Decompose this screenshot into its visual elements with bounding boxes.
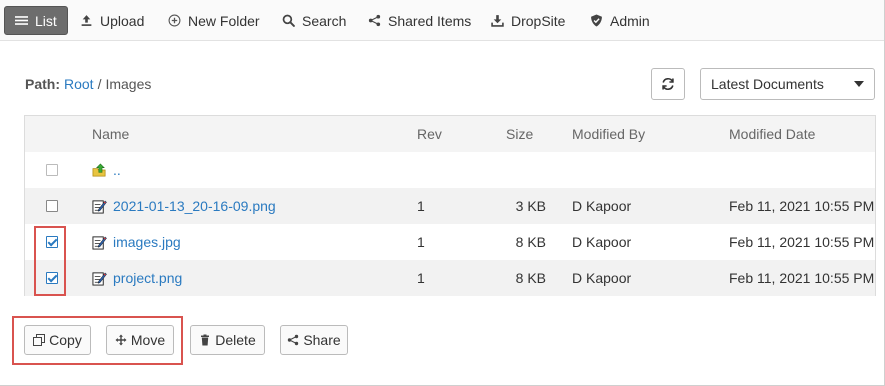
copy-button[interactable]: Copy: [24, 325, 91, 355]
file-name-cell: project.png: [92, 260, 182, 296]
row-checkbox[interactable]: [46, 164, 58, 176]
rev-cell: 1: [417, 234, 425, 250]
table-row[interactable]: 2021-01-13_20-16-09.png 1 3 KB D Kapoor …: [25, 188, 875, 224]
share-icon: [288, 334, 299, 346]
parent-folder-row[interactable]: ..: [25, 152, 875, 188]
upload-icon: [81, 15, 92, 26]
modified-date-cell: Feb 11, 2021 10:55 PM: [729, 270, 875, 286]
breadcrumb-root-link[interactable]: Root: [64, 76, 94, 92]
rev-cell: 1: [417, 198, 425, 214]
rev-cell: 1: [417, 270, 425, 286]
share-label: Share: [303, 332, 341, 348]
file-name-link[interactable]: 2021-01-13_20-16-09.png: [113, 198, 276, 214]
header-name[interactable]: Name: [92, 116, 129, 152]
modified-date-cell: Feb 11, 2021 10:55 PM: [729, 234, 875, 250]
header-size[interactable]: Size: [506, 116, 533, 152]
search-label: Search: [302, 12, 347, 29]
file-name-cell: 2021-01-13_20-16-09.png: [92, 188, 276, 224]
dropsite-button[interactable]: DropSite: [491, 6, 565, 35]
path-label: Path:: [25, 76, 60, 92]
header-modified-by[interactable]: Modified By: [572, 116, 645, 152]
parent-cell: ..: [92, 152, 121, 188]
view-select-value: Latest Documents: [711, 76, 824, 92]
new-folder-icon: [168, 14, 181, 27]
dropsite-icon: [491, 15, 504, 27]
new-folder-label: New Folder: [188, 12, 260, 29]
shield-icon: [591, 14, 602, 27]
modified-by-cell: D Kapoor: [572, 234, 632, 250]
modified-by-cell: D Kapoor: [572, 198, 632, 214]
breadcrumb: Path: Root / Images: [25, 76, 151, 92]
size-cell: 3 KB: [515, 198, 546, 214]
file-edit-icon: [92, 235, 107, 250]
table-header: Name Rev Size Modified By Modified Date: [25, 116, 875, 152]
table-row[interactable]: project.png 1 8 KB D Kapoor Feb 11, 2021…: [25, 260, 875, 296]
admin-button[interactable]: Admin: [590, 6, 650, 35]
shared-items-label: Shared Items: [388, 12, 472, 29]
header-rev[interactable]: Rev: [417, 116, 442, 152]
file-edit-icon: [92, 199, 107, 214]
move-icon: [115, 334, 127, 346]
copy-icon: [33, 334, 46, 346]
size-cell: 8 KB: [515, 270, 546, 286]
shared-items-button[interactable]: Shared Items: [368, 6, 471, 35]
file-name-cell: images.jpg: [92, 224, 181, 260]
list-button[interactable]: List: [4, 6, 68, 35]
new-folder-button[interactable]: New Folder: [168, 6, 260, 35]
share-button[interactable]: Share: [280, 325, 348, 355]
file-edit-icon: [92, 271, 107, 286]
share-icon: [368, 14, 381, 27]
delete-button[interactable]: Delete: [190, 325, 265, 355]
move-button[interactable]: Move: [106, 325, 174, 355]
upload-button[interactable]: Upload: [80, 6, 144, 35]
breadcrumb-separator: /: [97, 76, 102, 92]
chevron-down-icon: [854, 81, 864, 87]
search-button[interactable]: Search: [282, 6, 346, 35]
search-icon: [282, 14, 295, 27]
list-label: List: [35, 12, 57, 29]
view-select[interactable]: Latest Documents: [700, 68, 875, 100]
refresh-button[interactable]: [651, 68, 685, 100]
file-name-link[interactable]: project.png: [113, 270, 182, 286]
modified-date-cell: Feb 11, 2021 10:55 PM: [729, 198, 875, 214]
modified-by-cell: D Kapoor: [572, 270, 632, 286]
parent-folder-link[interactable]: ..: [113, 162, 121, 178]
copy-label: Copy: [49, 332, 82, 348]
file-table: Name Rev Size Modified By Modified Date …: [24, 115, 876, 296]
delete-label: Delete: [215, 332, 256, 348]
row-checkbox[interactable]: [46, 200, 58, 212]
trash-icon: [201, 334, 210, 346]
header-modified-date[interactable]: Modified Date: [729, 116, 815, 152]
table-row[interactable]: images.jpg 1 8 KB D Kapoor Feb 11, 2021 …: [25, 224, 875, 260]
file-name-link[interactable]: images.jpg: [113, 234, 181, 250]
refresh-icon: [662, 77, 674, 91]
upload-label: Upload: [100, 12, 145, 29]
size-cell: 8 KB: [515, 234, 546, 250]
admin-label: Admin: [610, 12, 650, 29]
move-label: Move: [130, 332, 166, 348]
dropsite-label: DropSite: [511, 12, 566, 29]
toolbar: List Upload New Folder Search Shared Ite…: [0, 0, 884, 41]
list-icon: [15, 16, 28, 25]
breadcrumb-current: Images: [105, 76, 152, 92]
checkbox-highlight-box: [34, 226, 66, 296]
folder-up-icon: [92, 163, 106, 176]
